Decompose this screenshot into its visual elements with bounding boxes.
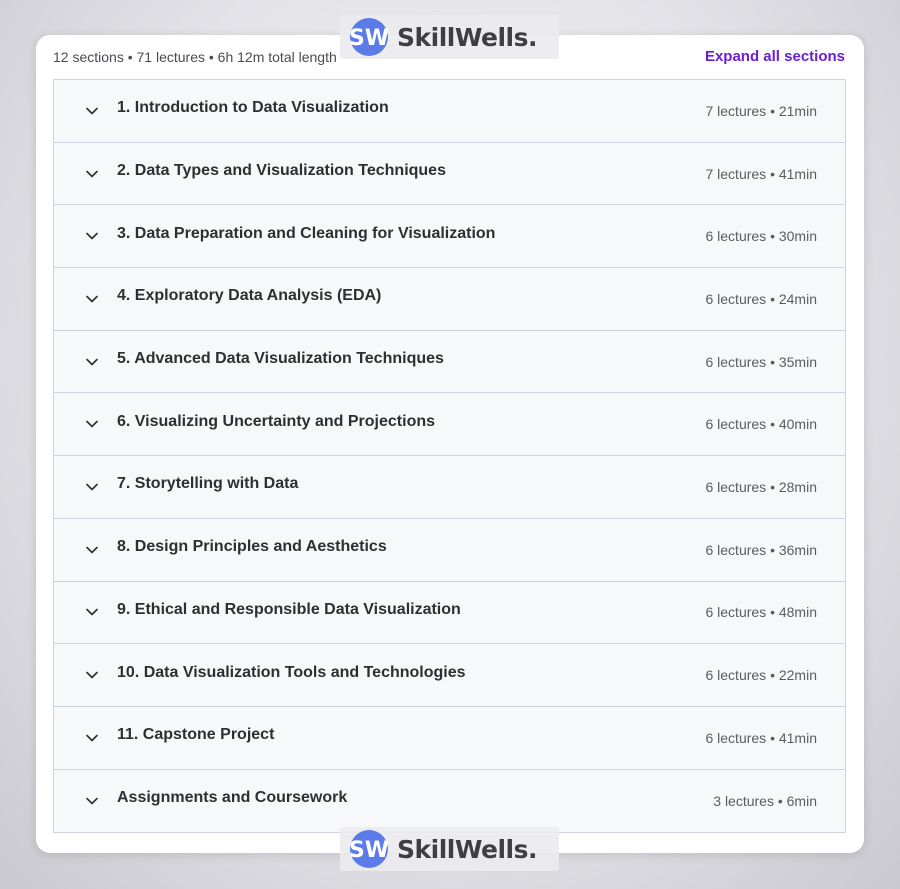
expand-all-sections-button[interactable]: Expand all sections (705, 48, 845, 65)
section-title: 2. Data Types and Visualization Techniqu… (117, 162, 446, 180)
brand-logo: SW (347, 17, 391, 57)
section-title: Assignments and Coursework (117, 789, 348, 807)
watermark-top: SW SkillWells. (340, 15, 559, 59)
section-title: 4. Exploratory Data Analysis (EDA) (117, 287, 382, 305)
course-content-card: 12 sections • 71 lectures • 6h 12m total… (36, 35, 864, 853)
section-meta: 6 lectures • 30min (705, 228, 817, 245)
section-meta: 6 lectures • 40min (705, 416, 817, 433)
section-row[interactable]: Assignments and Coursework 3 lectures • 6… (54, 770, 845, 833)
section-meta: 6 lectures • 41min (705, 729, 817, 746)
section-row[interactable]: 1. Introduction to Data Visualization 7 l… (54, 80, 845, 143)
section-meta: 6 lectures • 35min (705, 353, 817, 370)
section-meta: 6 lectures • 24min (705, 290, 817, 307)
chevron-down-icon[interactable] (85, 480, 99, 494)
section-row[interactable]: 8. Design Principles and Aesthetics 6 lec… (54, 519, 845, 582)
brand-name: SkillWells. (397, 22, 538, 52)
section-row[interactable]: 11. Capstone Project 6 lectures • 41min (54, 707, 845, 770)
watermark-bottom: SW SkillWells. (340, 827, 559, 871)
section-meta: 7 lectures • 21min (705, 102, 817, 119)
section-row[interactable]: 4. Exploratory Data Analysis (EDA) 6 lect… (54, 268, 845, 331)
chevron-down-icon[interactable] (85, 605, 99, 619)
section-meta: 6 lectures • 36min (705, 541, 817, 558)
section-title: 3. Data Preparation and Cleaning for Vis… (117, 224, 496, 242)
brand-name: SkillWells. (397, 834, 538, 864)
chevron-down-icon[interactable] (85, 543, 99, 557)
section-title: 5. Advanced Data Visualization Technique… (117, 350, 444, 368)
chevron-down-icon[interactable] (85, 794, 99, 808)
section-title: 1. Introduction to Data Visualization (117, 99, 389, 117)
chevron-down-icon[interactable] (85, 417, 99, 431)
chevron-down-icon[interactable] (85, 292, 99, 306)
section-row[interactable]: 5. Advanced Data Visualization Technique… (54, 331, 845, 394)
section-meta: 6 lectures • 48min (705, 604, 817, 621)
course-summary: 12 sections • 71 lectures • 6h 12m total… (53, 49, 337, 65)
chevron-down-icon[interactable] (85, 355, 99, 369)
chevron-down-icon[interactable] (85, 167, 99, 181)
section-row[interactable]: 7. Storytelling with Data 6 lectures • 28… (54, 456, 845, 519)
section-title: 6. Visualizing Uncertainty and Projectio… (117, 412, 436, 430)
section-title: 8. Design Principles and Aesthetics (117, 538, 387, 556)
section-meta: 6 lectures • 28min (705, 478, 817, 495)
section-row[interactable]: 6. Visualizing Uncertainty and Projectio… (54, 393, 845, 457)
section-meta: 6 lectures • 22min (705, 667, 817, 684)
section-row[interactable]: 9. Ethical and Responsible Data Visualiz… (54, 582, 845, 645)
section-title: 7. Storytelling with Data (117, 475, 299, 493)
chevron-down-icon[interactable] (85, 104, 99, 118)
svg-text:SW: SW (349, 838, 389, 863)
section-title: 10. Data Visualization Tools and Technol… (117, 663, 466, 681)
section-row[interactable]: 10. Data Visualization Tools and Technol… (54, 644, 845, 707)
chevron-down-icon[interactable] (85, 731, 99, 745)
section-title: 9. Ethical and Responsible Data Visualiz… (117, 600, 461, 618)
chevron-down-icon[interactable] (85, 229, 99, 243)
sections-list: 1. Introduction to Data Visualization 7 l… (53, 79, 846, 834)
section-meta: 3 lectures • 6min (713, 792, 817, 809)
section-meta: 7 lectures • 41min (705, 165, 817, 182)
section-row[interactable]: 2. Data Types and Visualization Techniqu… (54, 143, 845, 206)
svg-text:SW: SW (349, 26, 389, 51)
chevron-down-icon[interactable] (85, 668, 99, 682)
section-row[interactable]: 3. Data Preparation and Cleaning for Vis… (54, 205, 845, 269)
section-title: 11. Capstone Project (117, 726, 275, 744)
brand-logo: SW (347, 829, 391, 869)
